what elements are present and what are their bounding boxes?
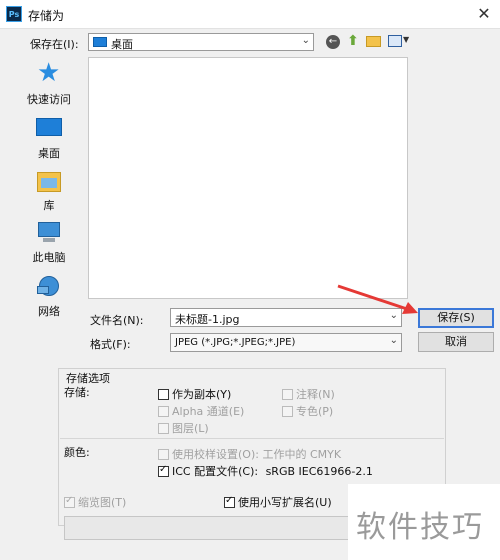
notes-checkbox[interactable]: 注释(N)	[282, 386, 335, 402]
save-in-label: 保存在(I):	[30, 38, 79, 51]
desktop-folder-icon	[93, 37, 107, 47]
checkbox-box: ✓	[64, 494, 75, 508]
sidebar-item-quick-access[interactable]: ★ 快速访问	[18, 58, 80, 107]
divider	[60, 438, 444, 439]
view-menu-icon[interactable]	[388, 35, 402, 47]
computer-icon	[35, 220, 63, 246]
checkmark-icon: ✓	[225, 494, 234, 506]
sidebar-item-library[interactable]: 库	[18, 168, 80, 213]
checkbox-box: ✓	[158, 463, 169, 477]
up-folder-icon[interactable]: ⬆	[346, 33, 360, 49]
save-in-dropdown[interactable]: 桌面 ⌄	[88, 33, 314, 51]
layers-label: 图层(L)	[172, 422, 209, 435]
window-title: 存储为	[28, 9, 65, 23]
checkbox-box	[158, 422, 169, 434]
icc-profile-checkbox[interactable]: ✓ ICC 配置文件(C): sRGB IEC61966-2.1	[158, 463, 373, 479]
checkbox-box	[282, 405, 293, 417]
save-in-value: 桌面	[111, 38, 133, 51]
checkmark-icon: ✓	[159, 463, 168, 475]
spot-label: 专色(P)	[296, 405, 334, 418]
title-bar	[0, 0, 500, 29]
notes-label: 注释(N)	[296, 388, 335, 401]
chevron-down-icon: ⌄	[389, 335, 398, 346]
format-value: JPEG (*.JPG;*.JPEG;*.JPE)	[175, 337, 296, 348]
format-label: 格式(F):	[90, 338, 131, 351]
lowercase-extension-checkbox[interactable]: ✓ 使用小写扩展名(U)	[224, 494, 332, 510]
format-dropdown[interactable]: JPEG (*.JPG;*.JPEG;*.JPE) ⌄	[170, 333, 402, 352]
watermark-text: 软件技巧	[356, 510, 484, 545]
cancel-button[interactable]: 取消	[418, 332, 494, 352]
sidebar-item-label: 桌面	[38, 147, 60, 160]
checkmark-icon: ✓	[65, 494, 74, 506]
close-icon[interactable]: ✕	[472, 3, 496, 25]
filename-value: 未标题-1.jpg	[175, 313, 240, 326]
sidebar-item-label: 快速访问	[27, 93, 71, 106]
checkbox-box	[282, 388, 293, 400]
thumbnail-label: 缩览图(T)	[78, 496, 127, 509]
color-label: 颜色:	[64, 446, 90, 459]
back-icon[interactable]: ←	[326, 35, 340, 49]
spot-color-checkbox[interactable]: 专色(P)	[282, 403, 333, 419]
icc-label: ICC 配置文件(C):	[172, 465, 259, 478]
annotation-arrow	[337, 284, 418, 314]
lowercase-ext-label: 使用小写扩展名(U)	[238, 496, 332, 509]
library-icon	[35, 168, 63, 194]
file-list[interactable]	[88, 57, 408, 299]
filename-label: 文件名(N):	[90, 314, 144, 327]
star-icon: ★	[37, 58, 61, 88]
view-menu-chevron-icon[interactable]: ▼	[403, 35, 409, 44]
warning-field	[64, 516, 356, 540]
network-icon	[35, 274, 63, 300]
sidebar-item-this-pc[interactable]: 此电脑	[18, 220, 80, 265]
use-proof-label: 使用校样设置(O): 工作中的 CMYK	[172, 448, 342, 461]
layers-checkbox[interactable]: 图层(L)	[158, 420, 209, 436]
new-folder-icon[interactable]	[366, 36, 381, 47]
sidebar-item-label: 此电脑	[32, 251, 66, 264]
checkbox-box	[158, 405, 169, 417]
sidebar-item-desktop[interactable]: 桌面	[18, 116, 80, 161]
sidebar-item-label: 网络	[38, 305, 60, 318]
save-label: 存储:	[64, 386, 90, 399]
sidebar-item-network[interactable]: 网络	[18, 274, 80, 319]
use-proof-checkbox[interactable]: 使用校样设置(O): 工作中的 CMYK	[158, 446, 341, 462]
photoshop-app-icon: Ps	[6, 6, 22, 22]
sidebar-item-label: 库	[43, 199, 55, 212]
desktop-icon	[35, 116, 63, 142]
checkbox-box	[158, 388, 169, 400]
as-copy-checkbox[interactable]: 作为副本(Y)	[158, 386, 231, 402]
checkbox-box	[158, 448, 169, 460]
as-copy-label: 作为副本(Y)	[172, 388, 232, 401]
checkbox-box: ✓	[224, 494, 235, 508]
icc-value: sRGB IEC61966-2.1	[265, 464, 373, 478]
alpha-label: Alpha 通道(E)	[172, 405, 245, 418]
chevron-down-icon: ⌄	[301, 35, 310, 46]
alpha-channel-checkbox[interactable]: Alpha 通道(E)	[158, 403, 244, 419]
thumbnail-checkbox[interactable]: ✓ 缩览图(T)	[64, 494, 126, 510]
